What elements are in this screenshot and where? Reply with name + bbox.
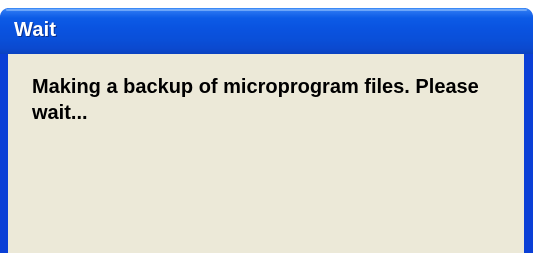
dialog-body: Making a backup of microprogram files. P… [8, 54, 524, 253]
status-message: Making a backup of microprogram files. P… [32, 76, 479, 124]
wait-dialog: Wait Making a backup of microprogram fil… [0, 8, 533, 253]
title-bar[interactable]: Wait [0, 8, 533, 54]
dialog-title: Wait [14, 19, 57, 41]
